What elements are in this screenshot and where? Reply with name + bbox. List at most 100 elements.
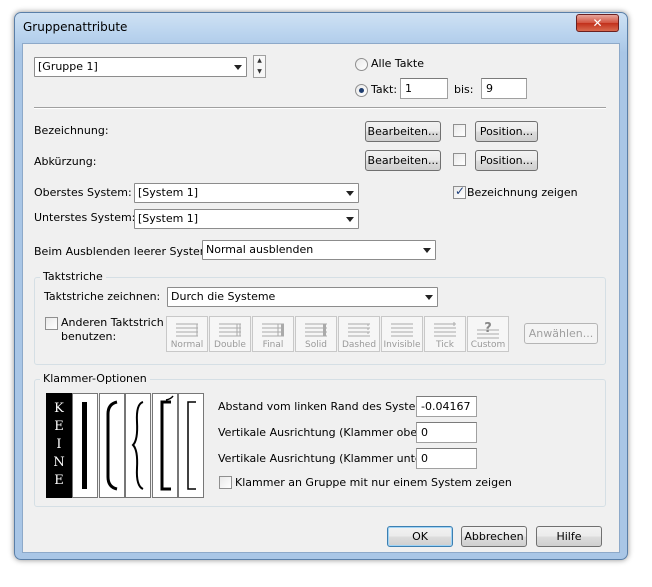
bracket-square-thick-button[interactable]	[152, 393, 178, 498]
bezeichnung-checkbox[interactable]	[453, 124, 466, 137]
barline-final-label: Final	[262, 340, 284, 350]
dialog-window: Gruppenattribute ✕ [Gruppe 1] ▲ ▼ Alle T…	[14, 12, 628, 560]
spin-down-icon[interactable]: ▼	[254, 67, 265, 78]
barline-dashed-button[interactable]: Dashed	[338, 316, 380, 352]
single-system-checkbox[interactable]	[219, 476, 232, 489]
bracket-square-button[interactable]	[178, 393, 204, 498]
bottom-system-value: [System 1]	[138, 212, 199, 225]
spin-up-icon[interactable]: ▲	[254, 56, 265, 67]
barline-double-label: Double	[214, 340, 246, 350]
title-bar[interactable]: Gruppenattribute ✕	[15, 13, 627, 43]
bottom-system-select[interactable]: [System 1]	[134, 209, 359, 229]
barline-solid-label: Solid	[305, 340, 327, 350]
bracket-brace-icon	[131, 401, 144, 490]
bracket-brace-button[interactable]	[125, 393, 151, 498]
bracket-none-letter: E	[54, 473, 64, 488]
barline-style-palette: Normal Double Final Solid Dashed Invisib…	[166, 316, 516, 352]
bracket-square-thick-icon	[160, 395, 174, 491]
bezeichnung-edit-button[interactable]: Bearbeiten...	[365, 121, 441, 142]
group-spinner[interactable]: ▲ ▼	[253, 55, 266, 78]
valign-bottom-input[interactable]: 0	[416, 448, 477, 469]
barline-normal-button[interactable]: Normal	[166, 316, 208, 352]
valign-bottom-value: 0	[421, 452, 428, 465]
bracket-none-letter: I	[56, 437, 62, 452]
dialog-client: [Gruppe 1] ▲ ▼ Alle Takte Takt: 1 bis: 9…	[22, 43, 620, 553]
distance-input[interactable]: -0.04167	[416, 396, 477, 417]
choose-barline-button[interactable]: Anwählen...	[524, 323, 598, 344]
barline-tick-label: Tick	[436, 340, 454, 350]
abkuerzung-edit-button[interactable]: Bearbeiten...	[365, 150, 441, 171]
barline-invisible-icon	[391, 323, 413, 337]
bracket-group-title: Klammer-Optionen	[40, 372, 150, 385]
group-select[interactable]: [Gruppe 1]	[34, 57, 247, 77]
barline-final-button[interactable]: Final	[252, 316, 294, 352]
close-button[interactable]: ✕	[576, 14, 619, 32]
measure-range-radio[interactable]	[355, 84, 368, 97]
top-system-select[interactable]: [System 1]	[134, 183, 359, 203]
show-name-label: Bezeichnung zeigen	[467, 186, 578, 199]
bracket-none-button[interactable]: K E I N E	[46, 393, 72, 498]
chevron-down-icon	[346, 217, 354, 222]
barline-custom-button[interactable]: ? Custom	[467, 316, 509, 352]
barlines-draw-select[interactable]: Durch die Systeme	[167, 287, 438, 307]
ok-button[interactable]: OK	[387, 526, 453, 547]
bracket-square-icon	[187, 401, 196, 490]
cancel-button[interactable]: Abbrechen	[461, 526, 527, 547]
barline-custom-icon: ?	[477, 321, 499, 339]
barline-solid-icon	[305, 323, 327, 337]
other-barline-label: Anderen Taktstrich	[61, 316, 164, 329]
valign-top-value: 0	[421, 426, 428, 439]
abkuerzung-checkbox[interactable]	[453, 153, 466, 166]
measure-from-value: 1	[405, 82, 412, 95]
all-measures-label: Alle Takte	[371, 57, 424, 70]
help-button[interactable]: Hilfe	[536, 526, 602, 547]
bracket-group: Klammer-Optionen K E I N E Abstand vom l…	[34, 372, 606, 507]
barline-normal-label: Normal	[170, 340, 204, 350]
bracket-style-palette: K E I N E	[46, 393, 206, 498]
all-measures-radio[interactable]	[355, 58, 368, 71]
barline-invisible-button[interactable]: Invisible	[381, 316, 423, 352]
barline-double-button[interactable]: Double	[209, 316, 251, 352]
single-system-label: Klammer an Gruppe mit nur einem System z…	[235, 476, 512, 489]
bracket-none-letter: E	[54, 419, 64, 434]
barlines-draw-value: Durch die Systeme	[171, 290, 276, 303]
barline-custom-label: Custom	[470, 340, 506, 350]
bracket-none-letter: K	[54, 401, 64, 416]
measure-from-input[interactable]: 1	[400, 78, 448, 99]
barlines-group: Taktstriche Taktstriche zeichnen: Durch …	[34, 270, 606, 365]
valign-top-label: Vertikale Ausrichtung (Klammer oben):	[218, 426, 433, 439]
bis-label: bis:	[454, 83, 474, 96]
top-system-value: [System 1]	[138, 186, 199, 199]
bracket-none-letter: N	[53, 455, 65, 470]
measure-to-input[interactable]: 9	[481, 78, 527, 99]
top-system-label: Oberstes System:	[34, 186, 132, 199]
bracket-none-text: K E I N E	[47, 400, 71, 490]
chevron-down-icon	[234, 65, 242, 70]
other-barline-checkbox[interactable]	[45, 317, 58, 330]
barline-tick-icon	[434, 322, 456, 337]
distance-value: -0.04167	[421, 400, 471, 413]
hide-empty-value: Normal ausblenden	[206, 243, 314, 256]
hide-empty-select[interactable]: Normal ausblenden	[202, 240, 436, 260]
separator	[34, 107, 606, 109]
barline-final-icon	[262, 323, 284, 337]
bracket-curved-icon	[106, 400, 118, 491]
measure-range-label: Takt:	[371, 83, 398, 96]
bracket-curved-button[interactable]	[99, 393, 125, 498]
valign-top-input[interactable]: 0	[416, 422, 477, 443]
other-barline-label-2: benutzen:	[61, 330, 117, 343]
barline-normal-icon	[176, 323, 198, 337]
svg-text:?: ?	[484, 321, 492, 336]
bracket-thick-button[interactable]	[72, 393, 98, 498]
barlines-draw-label: Taktstriche zeichnen:	[44, 290, 161, 303]
barline-invisible-label: Invisible	[383, 340, 421, 350]
close-icon: ✕	[592, 16, 603, 30]
barline-tick-button[interactable]: Tick	[424, 316, 466, 352]
barline-solid-button[interactable]: Solid	[295, 316, 337, 352]
abkuerzung-position-button[interactable]: Position...	[475, 150, 538, 171]
show-name-checkbox[interactable]	[453, 184, 466, 199]
window-title: Gruppenattribute	[23, 20, 128, 34]
valign-bottom-label: Vertikale Ausrichtung (Klammer unten):	[218, 452, 437, 465]
bezeichnung-position-button[interactable]: Position...	[475, 121, 538, 142]
bottom-system-label: Unterstes System:	[34, 211, 136, 224]
